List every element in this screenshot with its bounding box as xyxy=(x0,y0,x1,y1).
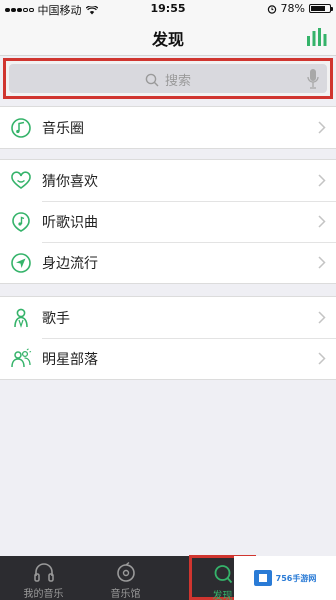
list-item-label: 歌手 xyxy=(42,310,70,327)
list-item-guess-you-like[interactable]: 猜你喜欢 xyxy=(0,160,336,201)
headphones-icon xyxy=(33,563,54,582)
status-bar: 中国移动 19:55 78% xyxy=(0,0,336,18)
list-item-label: 听歌识曲 xyxy=(42,214,98,231)
group-artists: 歌手 明星部落 xyxy=(0,296,336,380)
music-note-icon xyxy=(12,211,30,232)
tab-my-music[interactable]: 我的音乐 xyxy=(10,556,77,600)
chevron-right-icon xyxy=(318,174,326,187)
page-title: 发现 xyxy=(151,30,184,49)
chevron-right-icon xyxy=(318,311,326,324)
list-item-star-tribe[interactable]: 明星部落 xyxy=(0,338,336,379)
search-highlight: 搜索 xyxy=(3,58,333,99)
heart-icon xyxy=(11,170,31,189)
list-item-label: 音乐圈 xyxy=(42,120,84,137)
search-placeholder-wrap: 搜索 xyxy=(9,70,327,89)
chevron-right-icon xyxy=(318,256,326,269)
microphone-icon[interactable] xyxy=(307,68,319,90)
watermark-logo: 756手游网 xyxy=(234,556,336,600)
list-item-label: 猜你喜欢 xyxy=(42,173,98,190)
alarm-icon xyxy=(267,4,276,14)
search-icon xyxy=(145,73,159,86)
chevron-right-icon xyxy=(318,121,326,134)
chevron-right-icon xyxy=(318,352,326,365)
search-placeholder: 搜索 xyxy=(164,74,191,89)
search-input[interactable]: 搜索 xyxy=(9,64,327,93)
battery-icon xyxy=(309,4,333,13)
music-hall-icon xyxy=(116,561,135,582)
tab-label: 我的音乐 xyxy=(23,589,64,600)
location-arrow-icon xyxy=(11,252,31,273)
battery-fill xyxy=(311,6,326,11)
nav-bar: 发现 xyxy=(0,18,336,56)
list-item-label: 身边流行 xyxy=(42,255,98,272)
singer-icon xyxy=(14,308,28,328)
watermark-text: 756手游网 xyxy=(275,573,317,583)
list-item-song-recognition[interactable]: 听歌识曲 xyxy=(0,201,336,242)
tab-label: 音乐馆 xyxy=(110,589,141,600)
list-item-nearby-popular[interactable]: 身边流行 xyxy=(0,242,336,283)
status-right: 78% xyxy=(267,2,333,15)
chevron-right-icon xyxy=(318,215,326,228)
music-circle-icon xyxy=(11,117,31,138)
star-group-icon xyxy=(11,347,32,367)
group-discover: 猜你喜欢 听歌识曲 身边流行 xyxy=(0,159,336,284)
battery-percent: 78% xyxy=(280,2,305,15)
equalizer-icon[interactable] xyxy=(306,27,328,47)
group-music-circle: 音乐圈 xyxy=(0,106,336,149)
watermark-icon xyxy=(253,570,272,586)
list-item-music-circle[interactable]: 音乐圈 xyxy=(0,107,336,148)
list-item-singers[interactable]: 歌手 xyxy=(0,297,336,338)
tab-music-hall[interactable]: 音乐馆 xyxy=(92,556,159,600)
discover-search-icon xyxy=(214,565,232,584)
list-item-label: 明星部落 xyxy=(42,351,98,368)
